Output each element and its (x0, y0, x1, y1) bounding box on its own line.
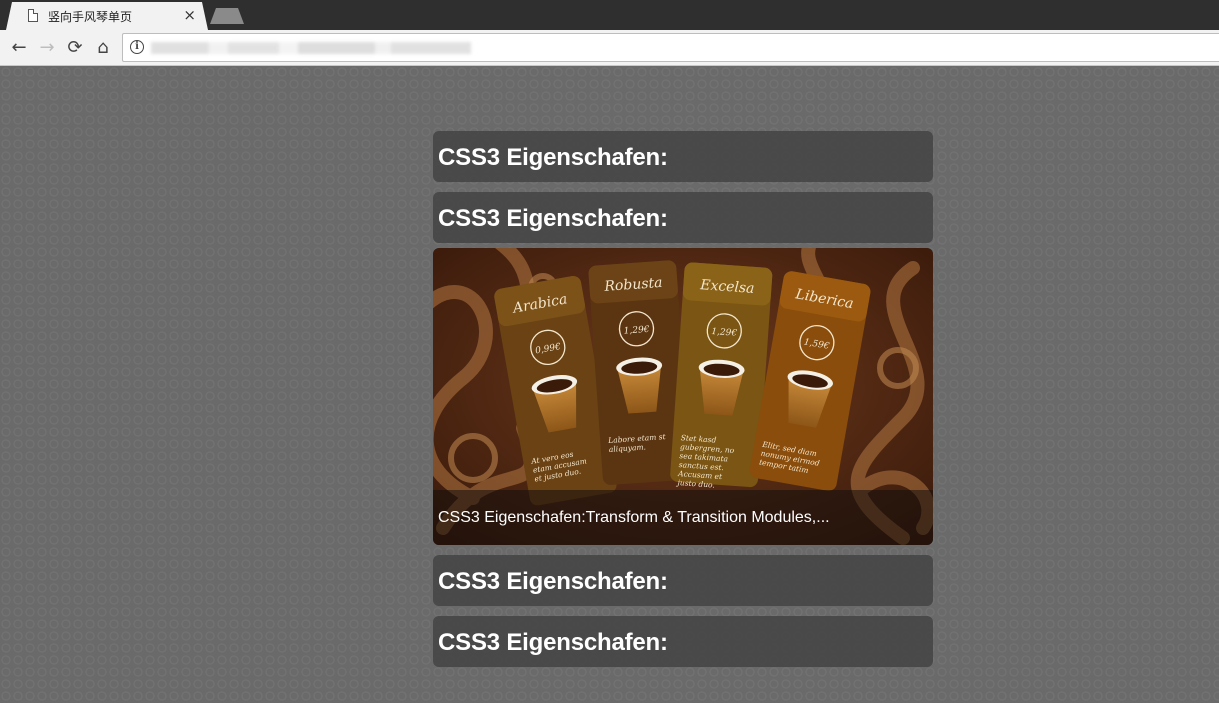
accordion-item-title: CSS3 Eigenschafen: (438, 144, 668, 171)
page-icon (28, 9, 38, 22)
accordion-item-title: CSS3 Eigenschafen: (438, 568, 668, 595)
info-icon[interactable]: i (130, 40, 144, 54)
back-icon[interactable]: ← (7, 36, 31, 60)
accordion-item[interactable]: CSS3 Eigenschafen: (433, 555, 933, 606)
accordion-item[interactable]: CSS3 Eigenschafen: (433, 616, 933, 667)
forward-icon[interactable]: → (35, 36, 59, 60)
browser-tab-bar: 竖向手风琴单页 × (0, 0, 1219, 30)
accordion-item-title: CSS3 Eigenschafen: (438, 205, 668, 232)
browser-tab[interactable]: 竖向手风琴单页 × (6, 2, 208, 30)
accordion-item[interactable]: CSS3 Eigenschafen: (433, 131, 933, 182)
accordion-item[interactable]: CSS3 Eigenschafen: (433, 192, 933, 243)
card-price: 1,29€ (711, 327, 738, 339)
address-bar[interactable]: i (122, 33, 1219, 62)
reload-icon[interactable]: ⟳ (63, 36, 87, 60)
card-price: 1,29€ (623, 325, 650, 337)
accordion-item-expanded[interactable]: Arabica 0,99€ At vero eos etam accusam et ju… (433, 248, 933, 545)
url-text (151, 42, 471, 54)
new-tab-button[interactable] (210, 8, 244, 24)
accordion: CSS3 Eigenschafen: CSS3 Eigenschafen: Ar… (433, 131, 933, 677)
page-content: CSS3 Eigenschafen: CSS3 Eigenschafen: Ar… (0, 66, 1219, 703)
accordion-item-caption: CSS3 Eigenschafen:Transform & Transition… (433, 490, 933, 545)
browser-toolbar: ← → ⟳ ⌂ i (0, 30, 1219, 66)
accordion-item-title: CSS3 Eigenschafen: (438, 629, 668, 656)
home-icon[interactable]: ⌂ (91, 36, 115, 60)
tab-title: 竖向手风琴单页 (48, 10, 133, 24)
close-tab-icon[interactable]: × (183, 6, 196, 24)
